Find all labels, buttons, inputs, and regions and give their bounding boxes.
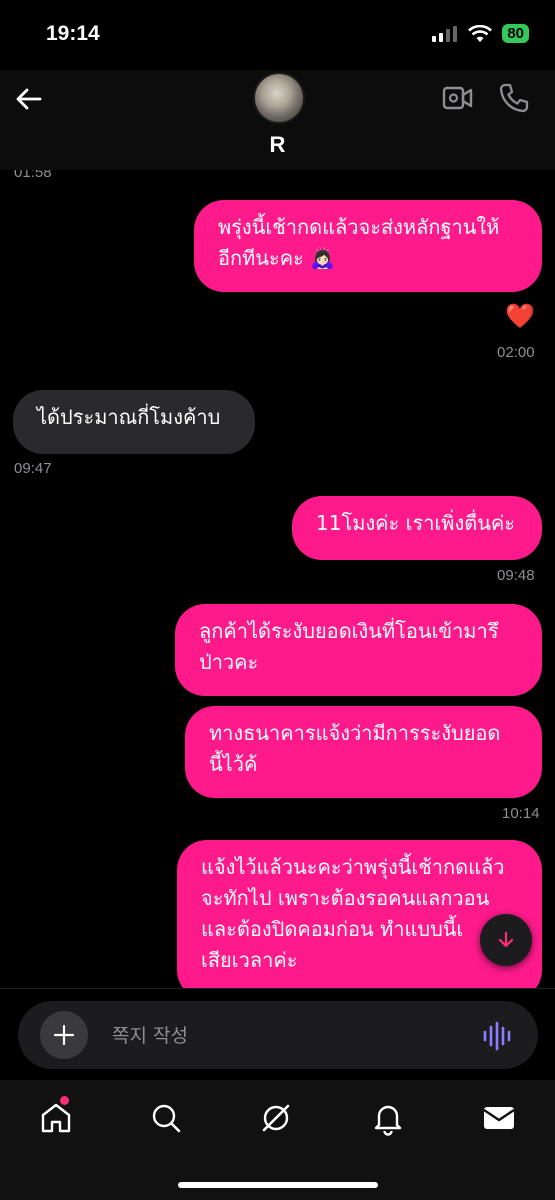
- status-bar: 19:14 80: [0, 0, 555, 70]
- tab-search[interactable]: [148, 1100, 184, 1136]
- status-icons: 80: [432, 24, 529, 43]
- message-text-line: 11โมงค่ะ เราเพิ่งตื่นค่ะ: [316, 511, 515, 535]
- outgoing-message-bubble[interactable]: แจ้งไว้แล้วนะคะว่าพรุ่งนี้เช้ากดแล้ว จะท…: [177, 840, 542, 988]
- message-timestamp: 09:48: [497, 567, 535, 584]
- outgoing-message-bubble[interactable]: ลูกค้าได้ระงับยอดเงินที่โอนเข้ามารึ ป่าว…: [175, 604, 542, 696]
- arrow-left-icon[interactable]: [14, 84, 44, 114]
- message-timestamp: 01:58: [14, 170, 52, 181]
- message-text-line: และต้องปิดคอมก่อน ทำแบบนี้เ: [201, 917, 464, 941]
- wifi-icon: [468, 24, 493, 42]
- mail-icon: [483, 1107, 515, 1129]
- outgoing-message-bubble[interactable]: ทางธนาคารแจ้งว่ามีการระงับยอด นี้ไว้ค้: [185, 706, 542, 798]
- tab-notifications[interactable]: [370, 1100, 406, 1136]
- arrow-down-icon: [498, 931, 514, 948]
- message-timestamp: 10:14: [502, 805, 540, 822]
- message-timestamp: 09:47: [14, 460, 52, 477]
- cellular-signal-icon: [432, 25, 458, 42]
- battery-indicator: 80: [502, 24, 529, 43]
- add-attachment-button[interactable]: [40, 1011, 88, 1059]
- outgoing-message-bubble[interactable]: พรุ่งนี้เช้ากดแล้วจะส่งหลักฐานให้ อีกทีน…: [194, 200, 542, 292]
- phone-icon[interactable]: [498, 82, 530, 114]
- message-text-line: แจ้งไว้แล้วนะคะว่าพรุ่งนี้เช้ากดแล้ว: [201, 855, 505, 879]
- message-text-line: พรุ่งนี้เช้ากดแล้วจะส่งหลักฐานให้: [218, 215, 500, 239]
- tab-home[interactable]: [38, 1096, 74, 1136]
- scroll-to-bottom-button[interactable]: [480, 914, 532, 966]
- plus-icon: [53, 1024, 75, 1046]
- bell-icon: [374, 1105, 402, 1136]
- message-text-line: ทางธนาคารแจ้งว่ามีการระงับยอด: [209, 721, 501, 745]
- message-text-line: ป่าวคะ: [199, 650, 259, 674]
- message-text-line: เสียเวลาค่ะ: [201, 948, 298, 972]
- message-input[interactable]: [110, 1019, 464, 1053]
- contact-name[interactable]: R: [0, 132, 555, 158]
- status-time: 19:14: [46, 22, 100, 45]
- message-text-line: นี้ไว้ค้: [209, 752, 258, 776]
- message-text-line: จะทักไป เพราะต้องรอคนแลกวอน: [201, 886, 490, 910]
- search-icon: [152, 1104, 181, 1133]
- video-camera-icon[interactable]: [442, 84, 474, 112]
- incoming-message-bubble[interactable]: ได้ประมาณกี่โมงค้าบ: [13, 390, 255, 454]
- outgoing-message-bubble[interactable]: 11โมงค่ะ เราเพิ่งตื่นค่ะ: [292, 496, 542, 560]
- heart-reaction[interactable]: ❤️: [505, 304, 535, 328]
- home-icon: [41, 1103, 71, 1133]
- sound-wave-icon[interactable]: [482, 1021, 512, 1051]
- grok-icon: [262, 1104, 290, 1132]
- message-timestamp: 02:00: [497, 344, 535, 361]
- message-text-line: ลูกค้าได้ระงับยอดเงินที่โอนเข้ามารึ: [199, 619, 499, 643]
- message-composer: [18, 1001, 538, 1069]
- message-text-line: ได้ประมาณกี่โมงค้าบ: [37, 405, 221, 429]
- composer-bar: [0, 988, 555, 1081]
- avatar[interactable]: [253, 72, 305, 124]
- message-text-line: อีกทีนะคะ 🙇🏻‍♀️: [218, 246, 336, 270]
- home-indicator: [178, 1182, 378, 1188]
- notification-dot: [60, 1096, 69, 1105]
- message-list[interactable]: 01:58 พรุ่งนี้เช้ากดแล้วจะส่งหลักฐานให้ …: [0, 170, 555, 988]
- tab-grok[interactable]: [258, 1100, 294, 1136]
- tab-messages[interactable]: [481, 1100, 517, 1136]
